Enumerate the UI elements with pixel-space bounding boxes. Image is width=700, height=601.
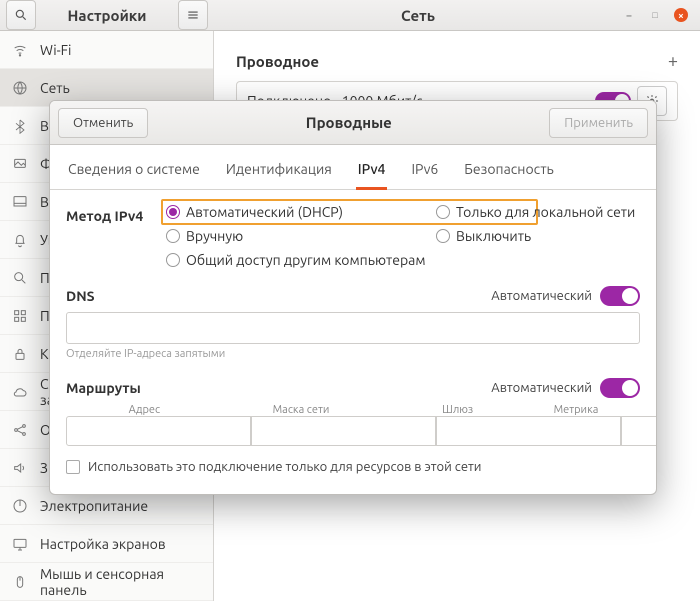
dns-title: DNS	[66, 288, 95, 304]
page-title: Сеть	[214, 7, 622, 24]
display-icon	[12, 536, 28, 552]
ipv4-method-label: Метод IPv4	[66, 204, 166, 224]
tab-2[interactable]: IPv4	[356, 155, 388, 190]
dns-auto-toggle[interactable]	[600, 286, 640, 306]
search-icon	[12, 270, 28, 286]
dialog-titlebar: Отменить Проводные Применить	[50, 101, 656, 145]
method-shared-radio[interactable]: Общий доступ другим компьютерам	[166, 252, 640, 268]
mouse-icon	[12, 574, 28, 590]
lock-icon	[12, 346, 28, 362]
wired-section-title: Проводное	[236, 53, 319, 70]
routes-section: Маршруты Автоматический Адрес Маска сети…	[66, 378, 640, 474]
dns-section: DNS Автоматический Отделяйте IP-адреса з…	[66, 286, 640, 360]
route-gateway-input[interactable]	[436, 416, 621, 446]
route-metric-input[interactable]	[621, 416, 657, 446]
radio-icon	[166, 229, 180, 243]
cancel-button[interactable]: Отменить	[58, 108, 148, 138]
add-connection-button[interactable]: +	[668, 51, 678, 71]
col-gateway: Шлюз	[379, 404, 536, 416]
close-button[interactable]	[674, 8, 688, 22]
sidebar-item-label: Сеть	[40, 80, 70, 96]
hamburger-icon	[186, 8, 200, 22]
apps-icon	[12, 308, 28, 324]
radio-icon	[166, 205, 180, 219]
minimize-button[interactable]	[622, 8, 636, 22]
method-local-radio[interactable]: Только для локальной сети	[436, 204, 640, 220]
tab-3[interactable]: IPv6	[409, 155, 440, 189]
dock-icon	[12, 194, 28, 210]
share-icon	[12, 422, 28, 438]
dns-input[interactable]	[66, 312, 640, 344]
radio-icon	[166, 253, 180, 267]
route-netmask-input[interactable]	[251, 416, 436, 446]
sound-icon	[12, 460, 28, 476]
only-local-label: Использовать это подключение только для …	[88, 460, 481, 474]
sidebar-item-label: Мышь и сенсорная панель	[40, 566, 201, 598]
search-button[interactable]	[6, 0, 36, 30]
settings-title: Настройки	[40, 7, 174, 24]
col-metric: Метрика	[536, 404, 616, 416]
wifi-icon	[12, 42, 28, 58]
window-controls	[622, 8, 700, 22]
route-address-input[interactable]	[66, 416, 251, 446]
sidebar-item-wifi[interactable]: Wi-Fi	[0, 31, 213, 69]
dns-auto-label: Автоматический	[491, 289, 592, 303]
tab-0[interactable]: Сведения о системе	[66, 155, 202, 189]
maximize-button[interactable]	[648, 8, 662, 22]
radio-icon	[436, 205, 450, 219]
route-row	[66, 416, 640, 446]
tab-1[interactable]: Идентификация	[224, 155, 334, 189]
sidebar-item-mouse[interactable]: Мышь и сенсорная панель	[0, 563, 213, 601]
titlebar: Настройки Сеть	[0, 0, 700, 31]
bg-icon	[12, 156, 28, 172]
sidebar-item-label: Электропитание	[40, 498, 148, 514]
sidebar-item-label: Wi-Fi	[40, 42, 71, 58]
routes-auto-label: Автоматический	[491, 381, 592, 395]
bell-icon	[12, 232, 28, 248]
apply-button[interactable]: Применить	[549, 108, 648, 138]
power-icon	[12, 498, 28, 514]
dialog-title: Проводные	[306, 114, 392, 131]
tab-4[interactable]: Безопасность	[462, 155, 556, 189]
sidebar-item-display[interactable]: Настройка экранов	[0, 525, 213, 563]
cloud-icon	[12, 384, 28, 400]
connection-dialog: Отменить Проводные Применить Сведения о …	[49, 100, 657, 495]
method-manual-radio[interactable]: Вручную	[166, 228, 436, 244]
hamburger-button[interactable]	[178, 0, 208, 30]
routes-title: Маршруты	[66, 380, 141, 396]
search-icon	[14, 8, 28, 22]
col-netmask: Маска сети	[223, 404, 380, 416]
net-icon	[12, 80, 28, 96]
dialog-tabs: Сведения о системе Идентификация IPv4 IPv6 Б…	[50, 145, 656, 190]
col-address: Адрес	[66, 404, 223, 416]
dns-hint: Отделяйте IP-адреса запятыми	[66, 348, 640, 360]
radio-icon	[436, 229, 450, 243]
sidebar-item-label: Настройка экранов	[40, 536, 166, 552]
bt-icon	[12, 118, 28, 134]
only-local-checkbox[interactable]	[66, 460, 80, 474]
routes-auto-toggle[interactable]	[600, 378, 640, 398]
method-off-radio[interactable]: Выключить	[436, 228, 640, 244]
